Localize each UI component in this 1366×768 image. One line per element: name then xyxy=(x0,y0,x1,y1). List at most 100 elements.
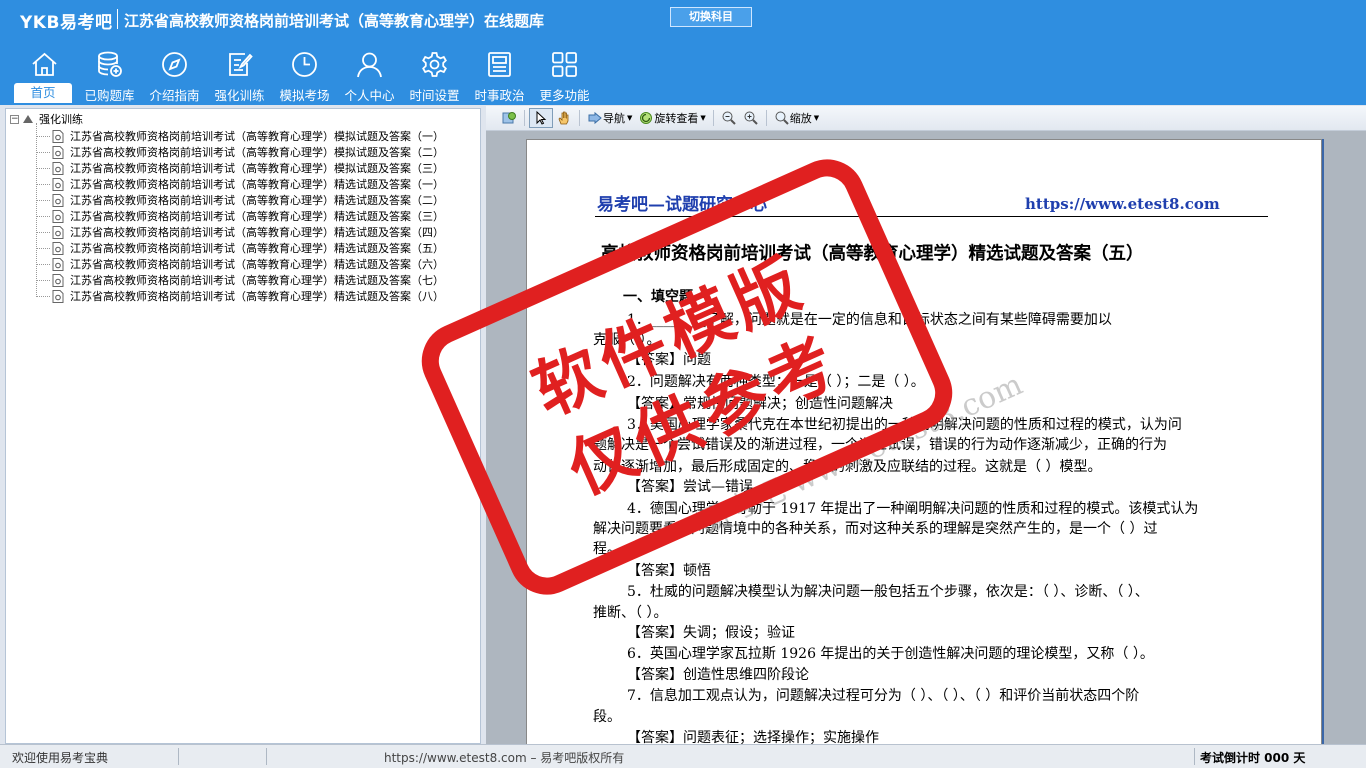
hand-icon xyxy=(558,111,569,125)
zoom-menu[interactable]: 缩放 ▼ xyxy=(771,108,822,128)
header-divider xyxy=(117,9,118,29)
nav-mock-exam[interactable]: 模拟考场 xyxy=(272,48,337,105)
thumbnail-button[interactable] xyxy=(498,108,520,128)
document-line: 段。 xyxy=(593,709,621,725)
dropdown-caret-icon: ▼ xyxy=(813,114,820,122)
dropdown-caret-icon: ▼ xyxy=(627,114,633,122)
switch-subject-button[interactable]: 切换科目 xyxy=(670,7,752,27)
toolbar-separator xyxy=(765,110,767,126)
tree-root-label: 强化训练 xyxy=(39,113,83,126)
tree-connector xyxy=(36,151,50,153)
zoom-out-icon xyxy=(722,111,736,125)
tree-item[interactable]: 江苏省高校教师资格岗前培训考试（高等教育心理学）模拟试题及答案（一） xyxy=(36,128,444,144)
nav-profile[interactable]: 个人中心 xyxy=(337,48,402,105)
status-separator xyxy=(266,748,267,765)
zoom-label: 缩放 xyxy=(789,112,812,125)
collapse-icon[interactable]: − xyxy=(10,114,19,124)
nav-label-guide: 介绍指南 xyxy=(149,88,200,103)
tree-item-label: 江苏省高校教师资格岗前培训考试（高等教育心理学）精选试题及答案（七） xyxy=(70,274,444,287)
select-tool-button[interactable] xyxy=(529,108,553,128)
document-icon xyxy=(52,273,64,287)
thumbnail-icon xyxy=(502,112,516,124)
tree-item[interactable]: 江苏省高校教师资格岗前培训考试（高等教育心理学）精选试题及答案（六） xyxy=(36,256,444,272)
hand-tool-button[interactable] xyxy=(553,108,575,128)
zoom-in-icon xyxy=(744,111,758,125)
document-line: 推断、（ ）。 xyxy=(593,605,668,621)
document-icon xyxy=(52,161,64,175)
tree-item[interactable]: 江苏省高校教师资格岗前培训考试（高等教育心理学）精选试题及答案（一） xyxy=(36,176,444,192)
tree-item-label: 江苏省高校教师资格岗前培训考试（高等教育心理学）精选试题及答案（六） xyxy=(70,258,444,271)
nav-more[interactable]: 更多功能 xyxy=(532,48,597,105)
zoom-out-button[interactable] xyxy=(718,108,740,128)
tree-connector xyxy=(36,183,50,185)
nav-current-affairs[interactable]: 时事政治 xyxy=(467,48,532,105)
document-url: https://www.etest8.com xyxy=(1025,195,1220,213)
document-icon xyxy=(52,209,64,223)
app-logo: YKB易考吧 xyxy=(20,13,113,33)
tree-item-label: 江苏省高校教师资格岗前培训考试（高等教育心理学）精选试题及答案（八） xyxy=(70,290,444,303)
nav-label-home: 首页 xyxy=(14,83,72,103)
status-separator xyxy=(1194,748,1195,765)
app-title: 江苏省高校教师资格岗前培训考试（高等教育心理学）在线题库 xyxy=(124,12,545,30)
viewer-toolbar: 导航 ▼ 旋转查看 ▼ 缩放 ▼ xyxy=(486,106,1366,131)
tree-root-training[interactable]: − 强化训练 xyxy=(10,112,83,126)
tree-connector xyxy=(36,247,50,249)
gear-icon xyxy=(422,52,447,77)
document-icon xyxy=(52,145,64,159)
tree-item[interactable]: 江苏省高校教师资格岗前培训考试（高等教育心理学）模拟试题及答案（二） xyxy=(36,144,444,160)
tree-connector xyxy=(36,135,50,137)
navigation-menu[interactable]: 导航 ▼ xyxy=(584,108,635,128)
document-icon xyxy=(52,257,64,271)
nav-label-purchased: 已购题库 xyxy=(84,88,135,103)
exam-countdown: 考试倒计时 000 天 xyxy=(1200,751,1306,765)
zoom-in-button[interactable] xyxy=(740,108,762,128)
clock-icon xyxy=(292,52,317,77)
nav-home[interactable]: 首页 xyxy=(12,48,77,105)
news-icon xyxy=(488,52,511,77)
document-icon xyxy=(52,289,64,303)
folder-triangle-icon xyxy=(23,115,33,123)
rotate-icon xyxy=(640,112,653,124)
tree-item[interactable]: 江苏省高校教师资格岗前培训考试（高等教育心理学）精选试题及答案（三） xyxy=(36,208,444,224)
tree-item[interactable]: 江苏省高校教师资格岗前培训考试（高等教育心理学）精选试题及答案（五） xyxy=(36,240,444,256)
nav-purchased[interactable]: 已购题库 xyxy=(77,48,142,105)
document-icon xyxy=(52,193,64,207)
tree-item[interactable]: 江苏省高校教师资格岗前培训考试（高等教育心理学）精选试题及答案（七） xyxy=(36,272,444,288)
rotate-view-menu[interactable]: 旋转查看 ▼ xyxy=(635,108,708,128)
status-separator xyxy=(178,748,179,765)
nav-label-time-settings: 时间设置 xyxy=(409,88,460,103)
grid-icon xyxy=(552,52,577,77)
cursor-icon xyxy=(536,110,547,125)
tree-item[interactable]: 江苏省高校教师资格岗前培训考试（高等教育心理学）模拟试题及答案（三） xyxy=(36,160,444,176)
nav-guide[interactable]: 介绍指南 xyxy=(142,48,207,105)
document-line: 5．杜威的问题解决模型认为解决问题一般包括五个步骤，依次是：（ ）、诊断、（ ）… xyxy=(627,584,1149,600)
nav-training[interactable]: 强化训练 xyxy=(207,48,272,105)
tree-item[interactable]: 江苏省高校教师资格岗前培训考试（高等教育心理学）精选试题及答案（八） xyxy=(36,288,444,304)
tree-connector xyxy=(36,231,50,233)
document-line: 【答案】创造性思维四阶段论 xyxy=(627,667,809,683)
tree-item-label: 江苏省高校教师资格岗前培训考试（高等教育心理学）精选试题及答案（三） xyxy=(70,210,444,223)
tree-item-label: 江苏省高校教师资格岗前培训考试（高等教育心理学）精选试题及答案（四） xyxy=(70,226,444,239)
toolbar-separator xyxy=(524,110,525,126)
nav-label-profile: 个人中心 xyxy=(344,88,395,103)
tree-item-label: 江苏省高校教师资格岗前培训考试（高等教育心理学）模拟试题及答案（一） xyxy=(70,130,444,143)
tree-item[interactable]: 江苏省高校教师资格岗前培训考试（高等教育心理学）精选试题及答案（四） xyxy=(36,224,444,240)
tree-item-label: 江苏省高校教师资格岗前培训考试（高等教育心理学）精选试题及答案（五） xyxy=(70,242,444,255)
document-line: 【答案】失调；假设；验证 xyxy=(627,625,795,641)
rotate-label: 旋转查看 xyxy=(654,112,699,125)
navigation-icon xyxy=(588,111,602,125)
tree-item-label: 江苏省高校教师资格岗前培训考试（高等教育心理学）精选试题及答案（二） xyxy=(70,194,444,207)
nav-time-settings[interactable]: 时间设置 xyxy=(402,48,467,105)
magnifier-icon xyxy=(775,111,789,125)
document-icon xyxy=(52,177,64,191)
tree-connector xyxy=(36,215,50,217)
home-icon xyxy=(32,52,57,76)
tree-connector xyxy=(36,295,50,297)
nav-label-training: 强化训练 xyxy=(214,88,265,103)
document-icon xyxy=(52,241,64,255)
user-icon xyxy=(357,52,382,78)
tree-item[interactable]: 江苏省高校教师资格岗前培训考试（高等教育心理学）精选试题及答案（二） xyxy=(36,192,444,208)
compass-icon xyxy=(162,52,187,77)
status-bar: 欢迎使用易考宝典 https://www.etest8.com – 易考吧版权所… xyxy=(0,744,1366,768)
copyright-text: https://www.etest8.com – 易考吧版权所有 xyxy=(384,751,625,765)
